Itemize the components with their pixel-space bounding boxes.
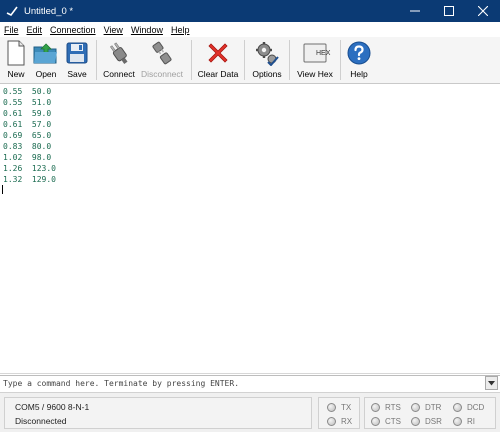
title-bar: Untitled_0 * — [0, 0, 500, 22]
terminal-output[interactable]: 0.55 50.0 0.55 51.0 0.61 59.0 0.61 57.0 … — [0, 85, 500, 374]
view-hex-button[interactable]: View Hex — [294, 37, 336, 83]
command-bar — [0, 375, 500, 391]
led-icon — [453, 403, 462, 412]
view-hex-label: View Hex — [297, 69, 333, 79]
terminal-line: 0.55 50.0 — [3, 87, 52, 96]
chevron-down-icon — [488, 380, 495, 385]
toolbar-separator — [96, 40, 97, 80]
maximize-button[interactable] — [432, 0, 466, 22]
dtr-indicator: DTR — [411, 403, 441, 412]
options-button[interactable]: Options — [249, 37, 285, 83]
gears-icon — [254, 40, 280, 66]
menu-bar: File Edit Connection View Window Help — [0, 22, 500, 37]
disconnect-label: Disconnect — [140, 69, 184, 79]
cts-label: CTS — [385, 417, 401, 426]
menu-connection[interactable]: Connection — [50, 25, 96, 35]
menu-help[interactable]: Help — [171, 25, 190, 35]
terminal-line: 0.69 65.0 — [3, 131, 52, 140]
menu-view[interactable]: View — [104, 25, 123, 35]
clear-data-button[interactable]: Clear Data — [196, 37, 240, 83]
led-icon — [411, 417, 420, 426]
led-icon — [327, 417, 336, 426]
clear-data-label: Clear Data — [197, 69, 239, 79]
close-window-button[interactable] — [466, 0, 500, 22]
terminal-line: 1.32 129.0 — [3, 175, 56, 184]
new-button[interactable]: New — [2, 37, 30, 83]
toolbar-separator — [289, 40, 290, 80]
disconnect-button: Disconnect — [137, 37, 187, 83]
save-disk-icon — [64, 40, 90, 66]
menu-window[interactable]: Window — [131, 25, 163, 35]
open-button[interactable]: Open — [30, 37, 62, 83]
connect-label: Connect — [103, 69, 135, 79]
led-icon — [453, 417, 462, 426]
menu-edit[interactable]: Edit — [27, 25, 43, 35]
menu-file[interactable]: File — [4, 25, 19, 35]
toolbar-separator — [340, 40, 341, 80]
save-button[interactable]: Save — [62, 37, 92, 83]
led-icon — [371, 403, 380, 412]
app-icon — [6, 5, 18, 17]
window-title: Untitled_0 * — [24, 5, 74, 17]
save-label: Save — [67, 69, 87, 79]
port-settings-text: COM5 / 9600 8-N-1 — [15, 402, 90, 412]
plug-icon — [106, 40, 132, 66]
rx-label: RX — [341, 417, 353, 426]
connection-state-text: Disconnected — [15, 416, 67, 426]
text-cursor — [2, 185, 3, 194]
window-controls — [398, 0, 500, 22]
terminal-line: 1.02 98.0 — [3, 153, 52, 162]
dcd-indicator: DCD — [453, 403, 484, 412]
toolbar-separator — [244, 40, 245, 80]
terminal-line: 0.61 57.0 — [3, 120, 52, 129]
control-lines-panel: RTS CTS DTR DSR DCD RI — [364, 397, 496, 429]
command-input[interactable] — [0, 376, 485, 391]
connect-button[interactable]: Connect — [101, 37, 137, 83]
new-label: New — [7, 69, 25, 79]
open-folder-icon — [33, 40, 59, 66]
status-bar: COM5 / 9600 8-N-1 Disconnected TX RX RTS… — [0, 392, 500, 432]
command-history-dropdown[interactable] — [485, 376, 498, 390]
tx-rx-panel: TX RX — [318, 397, 360, 429]
new-document-icon — [3, 40, 29, 66]
dtr-label: DTR — [425, 403, 442, 412]
tx-indicator: TX — [327, 403, 351, 412]
options-label: Options — [252, 69, 282, 79]
cts-indicator: CTS — [371, 417, 401, 426]
ri-indicator: RI — [453, 417, 475, 426]
toolbar: New Open Save Connect Disconnect Clear D… — [0, 37, 500, 84]
hex-icon-text: HEX — [316, 50, 331, 57]
open-label: Open — [35, 69, 57, 79]
led-icon — [371, 417, 380, 426]
tx-label: TX — [341, 403, 352, 412]
led-icon — [411, 403, 420, 412]
rx-indicator: RX — [327, 417, 352, 426]
rts-indicator: RTS — [371, 403, 401, 412]
dsr-indicator: DSR — [411, 417, 442, 426]
help-button[interactable]: Help — [345, 37, 373, 83]
terminal-line: 0.61 59.0 — [3, 109, 52, 118]
rts-label: RTS — [385, 403, 401, 412]
help-label: Help — [350, 69, 368, 79]
minimize-button[interactable] — [398, 0, 432, 22]
unplug-icon — [149, 40, 175, 66]
red-x-icon — [205, 40, 231, 66]
terminal-line: 1.26 123.0 — [3, 164, 56, 173]
dcd-label: DCD — [467, 403, 485, 412]
dsr-label: DSR — [425, 417, 442, 426]
connection-status-panel: COM5 / 9600 8-N-1 Disconnected — [4, 397, 312, 429]
toolbar-separator — [191, 40, 192, 80]
ri-label: RI — [467, 417, 475, 426]
terminal-line: 0.83 80.0 — [3, 142, 52, 151]
led-icon — [327, 403, 336, 412]
help-question-icon — [346, 40, 372, 66]
terminal-line: 0.55 51.0 — [3, 98, 52, 107]
